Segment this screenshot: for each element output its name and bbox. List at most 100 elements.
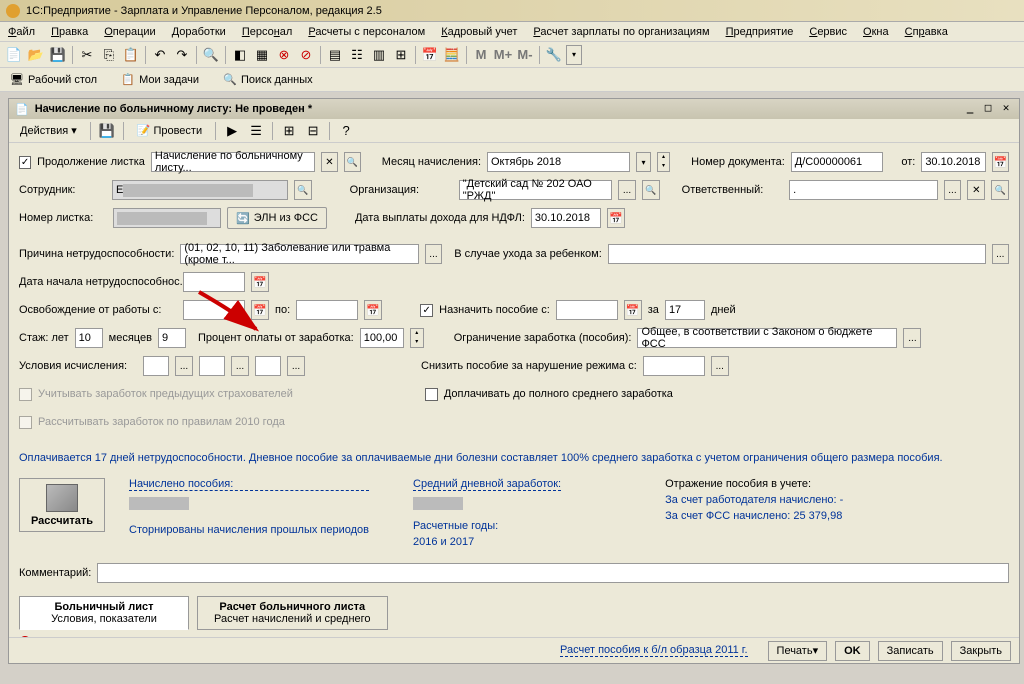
m-icon[interactable]: M bbox=[471, 45, 491, 65]
responsible-select-icon[interactable]: ... bbox=[944, 180, 962, 200]
tb-icon-4[interactable]: ⊘ bbox=[296, 45, 316, 65]
org-select-icon[interactable]: ... bbox=[618, 180, 636, 200]
new-icon[interactable]: 📄 bbox=[4, 45, 24, 65]
save-icon[interactable]: 💾 bbox=[48, 45, 68, 65]
menu-custom[interactable]: Доработки bbox=[168, 24, 230, 40]
rules2010-checkbox[interactable] bbox=[19, 416, 32, 429]
m-minus-icon[interactable]: M- bbox=[515, 45, 535, 65]
menu-service[interactable]: Сервис bbox=[805, 24, 851, 40]
redo-icon[interactable]: ↷ bbox=[172, 45, 192, 65]
cond2-select-icon[interactable]: ... bbox=[231, 356, 249, 376]
continuation-clear-icon[interactable]: ✕ bbox=[321, 152, 338, 172]
menu-personnel[interactable]: Персонал bbox=[238, 24, 297, 40]
menu-calc[interactable]: Расчеты с персоналом bbox=[304, 24, 429, 40]
cond1-field[interactable] bbox=[143, 356, 169, 376]
tab-search[interactable]: 🔍 Поиск данных bbox=[217, 71, 319, 89]
continuation-checkbox[interactable]: ✓ bbox=[19, 156, 31, 169]
print-button[interactable]: Печать ▾ bbox=[768, 641, 828, 661]
percent-spin[interactable]: ▴▾ bbox=[410, 328, 424, 348]
child-care-field[interactable] bbox=[608, 244, 986, 264]
child-select-icon[interactable]: ... bbox=[992, 244, 1009, 264]
menu-edit[interactable]: Правка bbox=[47, 24, 92, 40]
tb-icon-1[interactable]: ◧ bbox=[230, 45, 250, 65]
menu-hr[interactable]: Кадровый учет bbox=[437, 24, 521, 40]
tab-sick-calc[interactable]: Расчет больничного листа Расчет начислен… bbox=[197, 596, 388, 630]
release-to-field[interactable] bbox=[296, 300, 358, 320]
cond1-select-icon[interactable]: ... bbox=[175, 356, 193, 376]
sheet-num-field[interactable] bbox=[113, 208, 221, 228]
ok-button[interactable]: OK bbox=[835, 641, 870, 661]
actions-button[interactable]: Действия ▾ bbox=[13, 121, 84, 141]
reason-field[interactable]: (01, 02, 10, 11) Заболевание или травма … bbox=[180, 244, 418, 264]
close-icon[interactable]: ✕ bbox=[999, 102, 1013, 116]
menu-help[interactable]: Справка bbox=[901, 24, 952, 40]
storno-link[interactable]: Сторнированы начисления прошлых периодов bbox=[129, 524, 369, 536]
undo-icon[interactable]: ↶ bbox=[150, 45, 170, 65]
assign-calendar-icon[interactable]: 📅 bbox=[624, 300, 642, 320]
docnum-field[interactable]: Д/С00000061 bbox=[791, 152, 884, 172]
month-spin[interactable]: ▴▾ bbox=[657, 152, 670, 172]
doc-icon-2[interactable]: ☰ bbox=[246, 121, 266, 141]
eln-fss-button[interactable]: 🔄 ЭЛН из ФСС bbox=[227, 207, 327, 229]
tb-icon-2[interactable]: ▦ bbox=[252, 45, 272, 65]
limit-field[interactable]: Общее, в соответствии с Законом о бюджет… bbox=[637, 328, 897, 348]
days-field[interactable]: 17 bbox=[665, 300, 705, 320]
tab-tasks[interactable]: 📋 Мои задачи bbox=[115, 71, 205, 89]
wrench-dropdown[interactable]: ▾ bbox=[566, 45, 582, 65]
limit-select-icon[interactable]: ... bbox=[903, 328, 921, 348]
assign-checkbox[interactable]: ✓ bbox=[420, 304, 433, 317]
release-from-calendar-icon[interactable]: 📅 bbox=[251, 300, 269, 320]
cond3-select-icon[interactable]: ... bbox=[287, 356, 305, 376]
responsible-clear-icon[interactable]: ✕ bbox=[967, 180, 985, 200]
doc-save-icon[interactable]: 💾 bbox=[97, 121, 117, 141]
doc-icon-4[interactable]: ⊟ bbox=[303, 121, 323, 141]
calendar-icon[interactable]: 📅 bbox=[420, 45, 440, 65]
comment-field[interactable] bbox=[97, 563, 1009, 583]
stage-years-field[interactable]: 10 bbox=[75, 328, 103, 348]
doc-help-icon[interactable]: ? bbox=[336, 121, 356, 141]
tab-sick-leave[interactable]: Больничный лист Условия, показатели bbox=[19, 596, 189, 630]
wrench-icon[interactable]: 🔧 bbox=[544, 45, 564, 65]
disability-start-field[interactable] bbox=[183, 272, 245, 292]
continuation-field[interactable]: Начисление по больничному листу... bbox=[151, 152, 315, 172]
paste-icon[interactable]: 📋 bbox=[121, 45, 141, 65]
continuation-select-icon[interactable]: 🔍 bbox=[344, 152, 361, 172]
full-avg-checkbox[interactable] bbox=[425, 388, 438, 401]
menu-enterprise[interactable]: Предприятие bbox=[722, 24, 798, 40]
doc-icon-1[interactable]: ▶ bbox=[222, 121, 242, 141]
tb-icon-5[interactable]: ▤ bbox=[325, 45, 345, 65]
minimize-icon[interactable]: _ bbox=[963, 102, 977, 116]
cut-icon[interactable]: ✂ bbox=[77, 45, 97, 65]
ndfl-date-field[interactable]: 30.10.2018 bbox=[531, 208, 601, 228]
cond3-field[interactable] bbox=[255, 356, 281, 376]
employee-field[interactable]: Е bbox=[112, 180, 288, 200]
maximize-icon[interactable]: □ bbox=[981, 102, 995, 116]
post-button[interactable]: 📝 Провести bbox=[130, 121, 209, 141]
tb-icon-8[interactable]: ⊞ bbox=[391, 45, 411, 65]
responsible-field[interactable]: . bbox=[789, 180, 937, 200]
release-from-field[interactable] bbox=[183, 300, 245, 320]
stage-months-field[interactable]: 9 bbox=[158, 328, 186, 348]
prev-insurers-checkbox[interactable] bbox=[19, 388, 32, 401]
org-field[interactable]: "Детский сад № 202 ОАО "РЖД" bbox=[459, 180, 612, 200]
percent-field[interactable]: 100,00 bbox=[360, 328, 404, 348]
responsible-lookup-icon[interactable]: 🔍 bbox=[991, 180, 1009, 200]
m-plus-icon[interactable]: M+ bbox=[493, 45, 513, 65]
ndfl-calendar-icon[interactable]: 📅 bbox=[607, 208, 625, 228]
reduce-date-field[interactable] bbox=[643, 356, 705, 376]
month-field[interactable]: Октябрь 2018 bbox=[487, 152, 630, 172]
from-calendar-icon[interactable]: 📅 bbox=[992, 152, 1009, 172]
calc2011-link[interactable]: Расчет пособия к б/л образца 2011 г. bbox=[560, 644, 748, 657]
tb-icon-6[interactable]: ☷ bbox=[347, 45, 367, 65]
menu-payroll[interactable]: Расчет зарплаты по организациям bbox=[529, 24, 713, 40]
from-field[interactable]: 30.10.2018 bbox=[921, 152, 986, 172]
org-lookup-icon[interactable]: 🔍 bbox=[642, 180, 660, 200]
month-dropdown-icon[interactable]: ▾ bbox=[636, 152, 651, 172]
open-icon[interactable]: 📂 bbox=[26, 45, 46, 65]
assign-date-field[interactable] bbox=[556, 300, 618, 320]
find-icon[interactable]: 🔍 bbox=[201, 45, 221, 65]
copy-icon[interactable]: ⎘ bbox=[99, 45, 119, 65]
employee-select-icon[interactable]: 🔍 bbox=[294, 180, 312, 200]
menu-ops[interactable]: Операции bbox=[100, 24, 159, 40]
release-to-calendar-icon[interactable]: 📅 bbox=[364, 300, 382, 320]
